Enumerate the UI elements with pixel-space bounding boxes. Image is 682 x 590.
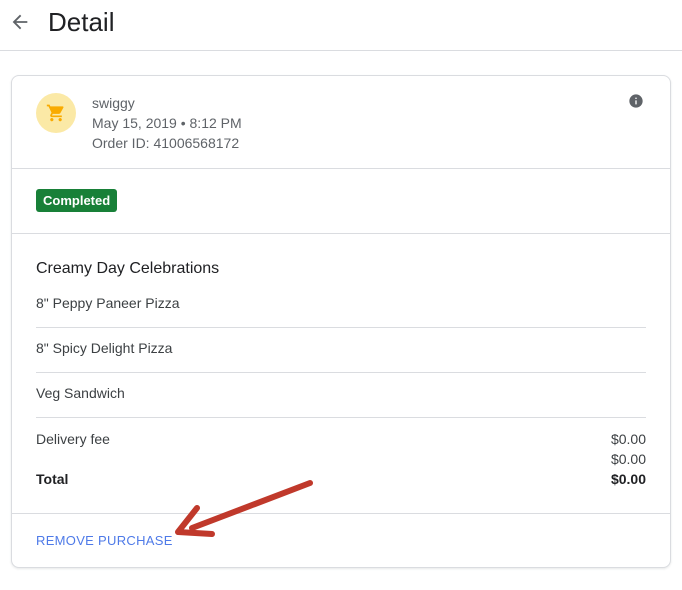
merchant-section: swiggy May 15, 2019 • 8:12 PM Order ID: …	[12, 76, 670, 169]
delivery-fee-label: Delivery fee	[36, 431, 110, 447]
merchant-info: swiggy May 15, 2019 • 8:12 PM Order ID: …	[92, 93, 242, 153]
extra-fee-value: $0.00	[610, 451, 646, 467]
order-name: Creamy Day Celebrations	[36, 260, 220, 277]
merchant-avatar	[36, 93, 76, 133]
total-label: Total	[36, 471, 69, 487]
status-section: Completed	[12, 169, 670, 234]
action-section: REMOVE PURCHASE	[12, 513, 670, 569]
arrow-left-icon	[12, 14, 28, 30]
info-button[interactable]	[628, 93, 644, 109]
delivery-fee-value: $0.00	[610, 431, 646, 447]
list-item: 8" Peppy Paneer Pizza	[36, 283, 646, 328]
item-label: Veg Sandwich	[36, 385, 125, 401]
total-value: $0.00	[610, 471, 646, 487]
back-button[interactable]	[8, 10, 32, 34]
page: Detail swiggy May 15, 2019 • 8:12 PM Ord…	[0, 0, 682, 590]
info-icon	[629, 94, 643, 108]
page-title: Detail	[48, 7, 115, 37]
list-item: 8" Spicy Delight Pizza	[36, 328, 646, 373]
shopping-cart-icon	[46, 104, 64, 122]
remove-purchase-button[interactable]: REMOVE PURCHASE	[36, 532, 173, 550]
list-item: Veg Sandwich	[36, 373, 646, 418]
delivery-fee-row: Delivery fee $0.00	[36, 429, 646, 449]
merchant-name: swiggy	[92, 95, 135, 111]
order-id: Order ID: 41006568172	[92, 135, 240, 151]
item-label: 8" Spicy Delight Pizza	[36, 340, 173, 356]
purchase-card: swiggy May 15, 2019 • 8:12 PM Order ID: …	[11, 75, 671, 568]
purchase-datetime: May 15, 2019 • 8:12 PM	[92, 115, 242, 131]
fees-summary: Delivery fee $0.00 $0.00 Total $0.00	[36, 429, 646, 489]
app-header: Detail	[0, 0, 682, 51]
item-label: 8" Peppy Paneer Pizza	[36, 295, 180, 311]
extra-fee-row: $0.00	[36, 449, 646, 469]
status-badge: Completed	[36, 189, 118, 212]
total-row: Total $0.00	[36, 469, 646, 489]
